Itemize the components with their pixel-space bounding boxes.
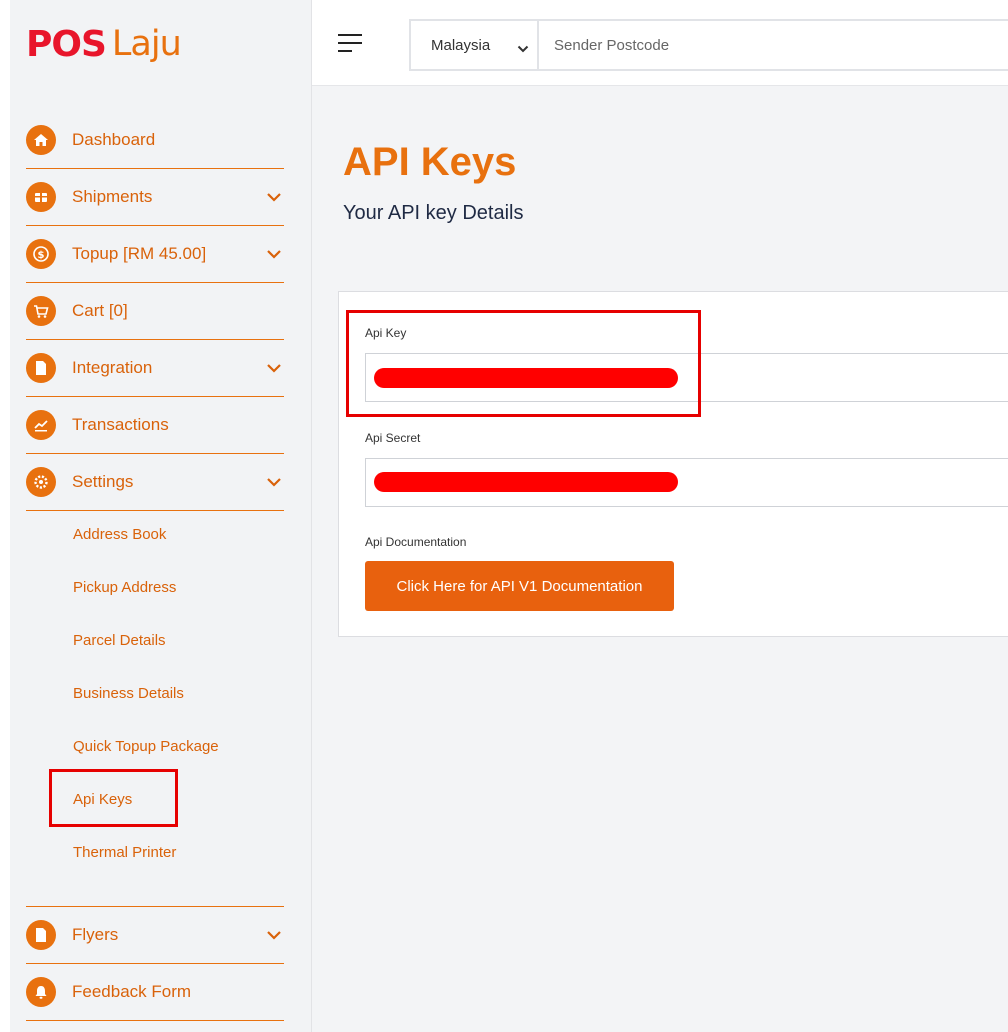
chevron-down-icon[interactable] (264, 925, 284, 945)
sidebar-item-settings[interactable]: Settings (26, 454, 284, 511)
chevron-down-icon[interactable] (264, 244, 284, 264)
coin-icon: $ (26, 239, 56, 269)
api-documentation-button[interactable]: Click Here for API V1 Documentation (365, 561, 674, 611)
chevron-down-icon[interactable] (264, 187, 284, 207)
sidebar-item-shipments[interactable]: Shipments (26, 169, 284, 226)
submenu-item-pickup-address[interactable]: Pickup Address (26, 561, 284, 614)
sidebar-item-label: Cart [0] (72, 301, 128, 320)
sidebar-item-flyers[interactable]: Flyers (26, 907, 284, 964)
sidebar-item-label: Transactions (72, 415, 169, 434)
sidebar-nav-bottom: Flyers Feedback Form (26, 906, 284, 1021)
page-subtitle: Your API key Details (343, 202, 524, 224)
api-keys-card: Api Key Api Secret Api Documentation Cli… (338, 291, 1008, 637)
sender-postcode-input[interactable] (537, 19, 1008, 71)
sidebar-item-label: Feedback Form (72, 982, 192, 1001)
page-title: API Keys (343, 140, 517, 184)
cart-icon (26, 296, 56, 326)
sidebar-item-label: Integration (72, 358, 153, 377)
api-secret-field[interactable] (365, 458, 1008, 507)
submenu-item-parcel-details[interactable]: Parcel Details (26, 614, 284, 667)
api-key-label: Api Key (365, 326, 407, 340)
sidebar-item-transactions[interactable]: Transactions (26, 397, 284, 454)
api-key-field[interactable] (365, 353, 1008, 402)
country-select[interactable]: Malaysia (409, 19, 537, 71)
chevron-down-icon (517, 40, 529, 57)
pos-laju-logo[interactable]: POS Laju (26, 22, 182, 66)
sidebar-item-feedback-form[interactable]: Feedback Form (26, 964, 284, 1021)
sidebar-item-label: Shipments (72, 187, 153, 206)
chevron-down-icon[interactable] (264, 358, 284, 378)
redacted-api-secret (374, 472, 678, 492)
sidebar-item-label: Settings (72, 472, 134, 491)
redacted-api-key (374, 368, 678, 388)
document-icon (26, 353, 56, 383)
sidebar-item-label: Dashboard (72, 130, 156, 149)
hamburger-menu-icon[interactable] (338, 34, 362, 54)
sidebar-nav: Dashboard Shipments $ Topup [RM 45.00] C… (26, 112, 284, 511)
logo-laju: Laju (111, 24, 182, 64)
sidebar-item-label: Topup [RM 45.00] (72, 244, 207, 263)
sidebar-item-label: Flyers (72, 925, 119, 944)
home-icon (26, 125, 56, 155)
submenu-item-quick-topup-package[interactable]: Quick Topup Package (26, 720, 284, 773)
logo-pos: POS (26, 23, 107, 65)
package-icon (26, 182, 56, 212)
api-secret-label: Api Secret (365, 431, 421, 445)
submenu-item-thermal-printer[interactable]: Thermal Printer (26, 826, 284, 879)
settings-submenu: Address Book Pickup Address Parcel Detai… (26, 508, 284, 879)
sidebar: POS Laju Dashboard Shipments $ Topup [RM… (0, 0, 312, 1032)
sidebar-item-topup[interactable]: $ Topup [RM 45.00] (26, 226, 284, 283)
submenu-item-address-book[interactable]: Address Book (26, 508, 284, 561)
document-icon (26, 920, 56, 950)
bell-icon (26, 977, 56, 1007)
chevron-down-icon[interactable] (264, 472, 284, 492)
country-select-value: Malaysia (431, 36, 491, 54)
sidebar-item-cart[interactable]: Cart [0] (26, 283, 284, 340)
sidebar-item-dashboard[interactable]: Dashboard (26, 112, 284, 169)
top-bar: Malaysia (312, 0, 1008, 86)
svg-text:$: $ (38, 250, 45, 261)
submenu-item-api-keys[interactable]: Api Keys (26, 773, 284, 826)
gear-icon (26, 467, 56, 497)
api-documentation-label: Api Documentation (365, 535, 467, 549)
trend-icon (26, 410, 56, 440)
sidebar-item-integration[interactable]: Integration (26, 340, 284, 397)
submenu-item-business-details[interactable]: Business Details (26, 667, 284, 720)
